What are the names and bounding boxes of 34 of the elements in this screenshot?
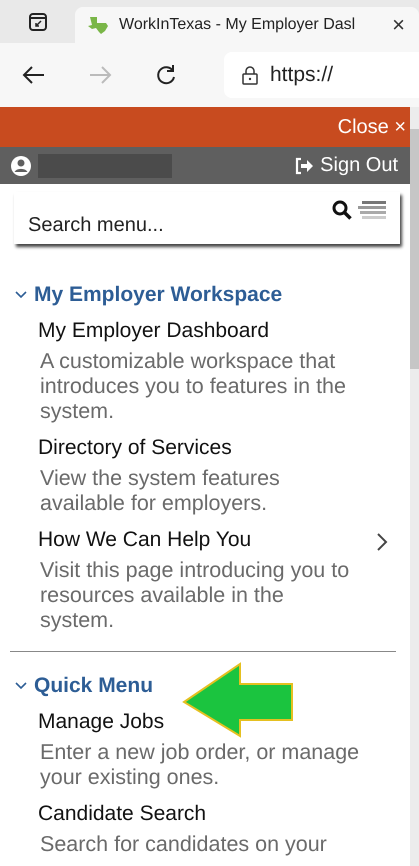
tab-actions-icon[interactable]	[28, 12, 46, 30]
chevron-right-icon[interactable]	[376, 532, 388, 552]
lock-icon	[242, 65, 258, 85]
menu-link[interactable]: Candidate Search	[38, 796, 388, 832]
menu-link[interactable]: How We Can Help You	[38, 522, 376, 558]
close-tab-button[interactable]: ×	[388, 12, 409, 38]
search-field[interactable]: Search menu...	[26, 213, 332, 238]
menu-description: Search for candidates on your	[39, 832, 328, 857]
address-bar[interactable]: https://	[224, 52, 419, 98]
section-heading[interactable]: Quick Menu	[14, 668, 154, 704]
back-arrow-icon	[22, 65, 46, 85]
menu-link[interactable]: My Employer Dashboard	[38, 313, 388, 349]
reload-icon	[154, 63, 178, 87]
menu-description: Visit this page introducing you to resources available in the system.	[39, 558, 350, 633]
search-icon[interactable]	[332, 200, 352, 220]
chevron-down-icon	[14, 290, 28, 300]
tab-title: WorkInTexas - My Employer Dasl	[119, 16, 356, 34]
menu-description: Enter a new job order, or manage your existing ones.	[39, 740, 360, 790]
sign-out-icon	[294, 156, 314, 174]
menu-description: View the system features available for employers.	[39, 466, 281, 516]
scrollbar-thumb[interactable]	[410, 129, 419, 369]
chevron-down-icon	[14, 681, 28, 691]
menu-link[interactable]: Directory of Services	[38, 430, 388, 466]
forward-arrow-icon	[88, 65, 112, 85]
menu-link[interactable]: Manage Jobs	[38, 704, 388, 740]
section-heading[interactable]: My Employer Workspace	[14, 277, 282, 313]
url-text: https://	[270, 63, 334, 87]
close-menu-button[interactable]: Close ×	[338, 116, 406, 138]
browser-tab[interactable]: WorkInTexas - My Employer Dasl ×	[75, 7, 419, 43]
menu-description: A customizable workspace that introduces you to features in the system.	[39, 349, 347, 424]
sign-out-button[interactable]: Sign Out	[294, 154, 398, 177]
user-avatar-icon	[10, 154, 32, 176]
menu-icon[interactable]	[358, 200, 388, 220]
state-map-icon	[87, 15, 109, 35]
